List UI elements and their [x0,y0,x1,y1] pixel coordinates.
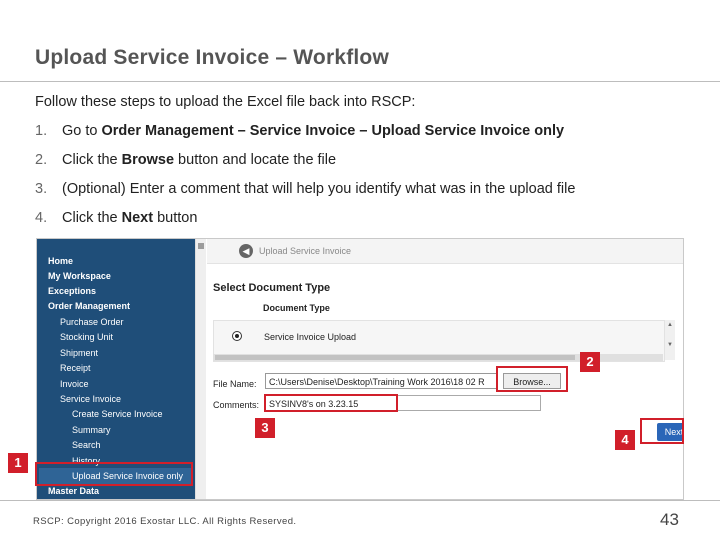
step-text-end: button [153,210,198,226]
step-text-end: button and locate the file [174,152,337,168]
radio-option-label: Service Invoice Upload [264,332,357,342]
back-arrow-icon[interactable]: ◀ [239,244,253,258]
callout-box-upload-menu [35,462,193,486]
step-number: 3. [35,181,48,197]
sidebar-item-purchase-order[interactable]: Purchase Order [60,317,124,327]
step-2: 2. Click the Browse button and locate the… [35,152,336,168]
sidebar-item-shipment[interactable]: Shipment [60,348,98,358]
footer-divider [0,500,720,501]
step-number: 2. [35,152,48,168]
page-header-bar: ◀ Upload Service Invoice [207,239,683,264]
step-bold-text: Next [121,210,154,226]
sidebar-item-stocking-unit[interactable]: Stocking Unit [60,332,113,342]
section-title: Select Document Type [213,282,331,294]
sidebar-item-order-management[interactable]: Order Management [48,301,130,311]
step-bold-text: Order Management – Service Invoice – Upl… [101,123,565,139]
sidebar-item-service-invoice[interactable]: Service Invoice [60,394,121,404]
callout-badge-1: 1 [8,453,28,473]
document-type-header: Document Type [263,303,330,313]
sidebar-nav: Home My Workspace Exceptions Order Manag… [37,239,195,499]
scrollbar-thumb[interactable] [215,355,575,360]
sidebar-item-summary[interactable]: Summary [72,425,111,435]
table-vertical-scrollbar[interactable]: ▲ ▼ [665,320,675,360]
file-name-label: File Name: [213,379,257,389]
callout-badge-2: 2 [580,352,600,372]
step-text: Click the [62,210,122,226]
slide-title: Upload Service Invoice – Workflow [35,46,389,69]
callout-badge-3: 3 [255,418,275,438]
service-invoice-upload-radio[interactable] [232,331,242,341]
file-name-field[interactable]: C:\Users\Denise\Desktop\Training Work 20… [265,373,497,389]
step-text: (Optional) Enter a comment that will hel… [62,181,576,197]
step-number: 4. [35,210,48,226]
step-bold-text: Browse [121,152,175,168]
comments-label: Comments: [213,400,260,410]
scroll-arrow-icon[interactable] [198,243,204,249]
step-number: 1. [35,123,48,139]
step-1: 1. Go to Order Management – Service Invoi… [35,123,564,139]
intro-text: Follow these steps to upload the Excel f… [35,94,416,110]
step-text: Click the [62,152,122,168]
sidebar-item-create-service-invoice[interactable]: Create Service Invoice [72,409,163,419]
sidebar-item-exceptions[interactable]: Exceptions [48,286,96,296]
title-divider [0,81,720,82]
page-name: Upload Service Invoice [259,246,352,256]
callout-box-browse [496,366,568,392]
sidebar-scrollbar[interactable] [195,239,206,499]
step-text: Go to [62,123,102,139]
main-panel: ◀ Upload Service Invoice Select Document… [207,239,683,499]
sidebar-item-home[interactable]: Home [48,256,73,266]
callout-badge-4: 4 [615,430,635,450]
step-4: 4. Click the Next button [35,210,197,226]
step-3: 3. (Optional) Enter a comment that will h… [35,181,575,197]
callout-box-next [640,418,684,444]
footer-copyright: RSCP: Copyright 2016 Exostar LLC. All Ri… [33,516,297,527]
sidebar-item-receipt[interactable]: Receipt [60,363,91,373]
page-number: 43 [660,510,679,529]
sidebar-item-my-workspace[interactable]: My Workspace [48,271,111,281]
sidebar-item-invoice[interactable]: Invoice [60,379,89,389]
sidebar-item-master-data[interactable]: Master Data [48,486,99,496]
sidebar-item-search[interactable]: Search [72,440,101,450]
callout-box-comments [264,394,398,412]
